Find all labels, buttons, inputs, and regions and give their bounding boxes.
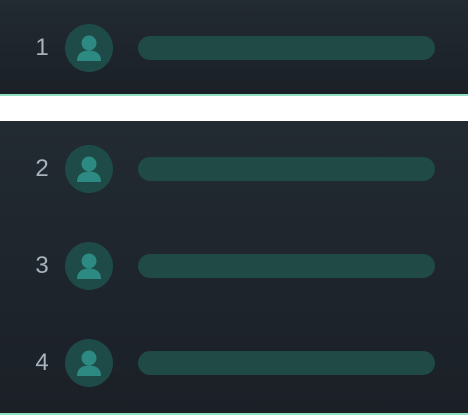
avatar [65,242,113,290]
avatar [65,24,113,72]
avatar [65,339,113,387]
name-placeholder-bar [138,157,435,181]
leaderboard-preview: 1 2 3 4 [0,0,468,415]
user-icon [77,350,101,376]
name-placeholder-bar [138,36,435,60]
rank-number: 4 [35,349,49,376]
avatar [65,145,113,193]
other-ranks-panel: 2 3 4 [0,121,468,415]
user-icon [77,156,101,182]
user-icon [77,253,101,279]
top-rank-panel: 1 [0,0,468,96]
rank-number: 2 [35,155,49,182]
name-placeholder-bar [138,351,435,375]
name-placeholder-bar [138,254,435,278]
leaderboard-row[interactable]: 1 [0,24,468,72]
user-icon [77,35,101,61]
rank-number: 1 [35,34,49,61]
leaderboard-row[interactable]: 3 [0,242,468,290]
rank-number: 3 [35,252,49,279]
leaderboard-row[interactable]: 4 [0,339,468,387]
leaderboard-row[interactable]: 2 [0,145,468,193]
